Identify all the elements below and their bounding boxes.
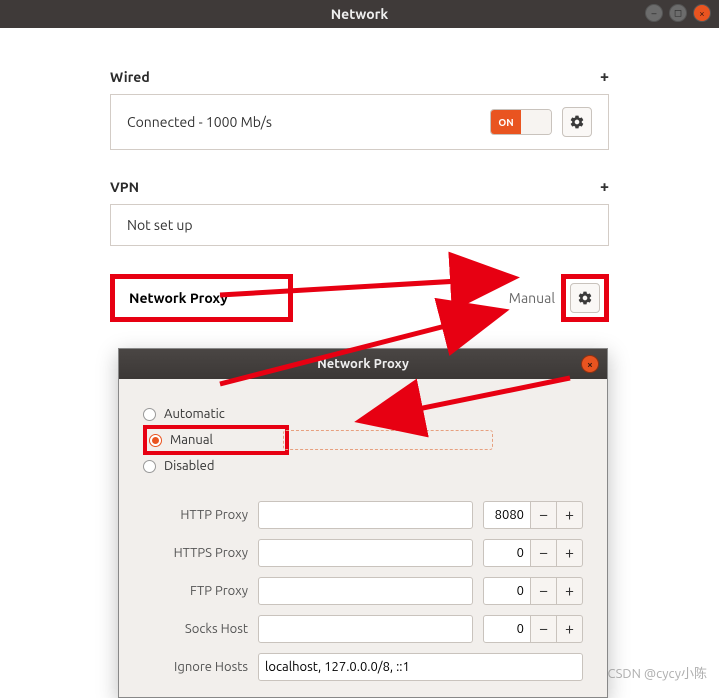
ignore-hosts-row: Ignore Hosts — [143, 653, 583, 681]
gear-icon — [569, 114, 585, 130]
ftp-proxy-port-input[interactable] — [483, 577, 531, 605]
toggle-knob — [521, 110, 551, 134]
port-decrement-button[interactable]: − — [531, 615, 557, 643]
minimize-button[interactable]: – — [645, 4, 663, 22]
radio-icon — [149, 434, 162, 447]
ftp-proxy-row: FTP Proxy − + — [143, 577, 583, 605]
https-proxy-label: HTTPS Proxy — [143, 546, 248, 560]
radio-label: Disabled — [164, 459, 214, 473]
ignore-hosts-label: Ignore Hosts — [143, 660, 248, 674]
radio-label: Manual — [170, 433, 213, 447]
window-controls: – ◻ × — [645, 4, 711, 22]
radio-manual[interactable]: Manual — [149, 433, 213, 447]
http-proxy-row: HTTP Proxy − + — [143, 501, 583, 529]
proxy-row: Network Proxy Manual — [110, 274, 609, 322]
watermark: CSDN @cycy小陈 — [607, 663, 707, 682]
wired-toggle[interactable]: ON — [490, 109, 552, 135]
window-title: Network — [331, 6, 389, 22]
https-proxy-port-input[interactable] — [483, 539, 531, 567]
port-decrement-button[interactable]: − — [531, 501, 557, 529]
vpn-status: Not set up — [127, 217, 592, 233]
wired-settings-button[interactable] — [562, 107, 592, 137]
wired-status: Connected - 1000 Mb/s — [127, 114, 490, 130]
ftp-proxy-host-input[interactable] — [258, 577, 473, 605]
http-proxy-host-input[interactable] — [258, 501, 473, 529]
http-proxy-port-input[interactable] — [483, 501, 531, 529]
radio-icon — [143, 408, 156, 421]
window-titlebar: Network – ◻ × — [0, 0, 719, 28]
dialog-title: Network Proxy — [317, 357, 409, 371]
http-proxy-label: HTTP Proxy — [143, 508, 248, 522]
ftp-proxy-label: FTP Proxy — [143, 584, 248, 598]
socks-port-input[interactable] — [483, 615, 531, 643]
port-increment-button[interactable]: + — [557, 501, 583, 529]
radio-icon — [143, 460, 156, 473]
proxy-label: Network Proxy — [129, 290, 228, 306]
socks-host-label: Socks Host — [143, 622, 248, 636]
vpn-card: Not set up — [110, 204, 609, 246]
vpn-section-header: VPN + — [110, 178, 609, 196]
port-increment-button[interactable]: + — [557, 539, 583, 567]
maximize-button[interactable]: ◻ — [669, 4, 687, 22]
port-decrement-button[interactable]: − — [531, 577, 557, 605]
https-proxy-host-input[interactable] — [258, 539, 473, 567]
wired-section-header: Wired + — [110, 68, 609, 86]
network-proxy-dialog: Network Proxy × Automatic Manual Disable… — [118, 348, 608, 698]
radio-manual-highlight: Manual — [143, 425, 289, 455]
toggle-on-label: ON — [491, 110, 521, 134]
dialog-titlebar: Network Proxy × — [119, 349, 607, 379]
focus-outline — [283, 430, 493, 450]
radio-disabled[interactable]: Disabled — [143, 455, 583, 477]
vpn-title: VPN — [110, 179, 139, 195]
socks-host-row: Socks Host − + — [143, 615, 583, 643]
add-wired-button[interactable]: + — [600, 68, 609, 86]
radio-automatic[interactable]: Automatic — [143, 403, 583, 425]
radio-label: Automatic — [164, 407, 225, 421]
port-increment-button[interactable]: + — [557, 615, 583, 643]
wired-card: Connected - 1000 Mb/s ON — [110, 94, 609, 150]
https-proxy-row: HTTPS Proxy − + — [143, 539, 583, 567]
proxy-label-highlight: Network Proxy — [110, 274, 293, 322]
add-vpn-button[interactable]: + — [600, 178, 609, 196]
port-decrement-button[interactable]: − — [531, 539, 557, 567]
ignore-hosts-input[interactable] — [258, 653, 583, 681]
proxy-gear-highlight — [561, 274, 609, 322]
proxy-mode-label: Manual — [509, 290, 555, 306]
socks-host-input[interactable] — [258, 615, 473, 643]
port-increment-button[interactable]: + — [557, 577, 583, 605]
gear-icon — [577, 290, 593, 306]
dialog-close-button[interactable]: × — [581, 355, 599, 373]
proxy-settings-button[interactable] — [570, 283, 600, 313]
close-button[interactable]: × — [693, 4, 711, 22]
wired-title: Wired — [110, 69, 150, 85]
